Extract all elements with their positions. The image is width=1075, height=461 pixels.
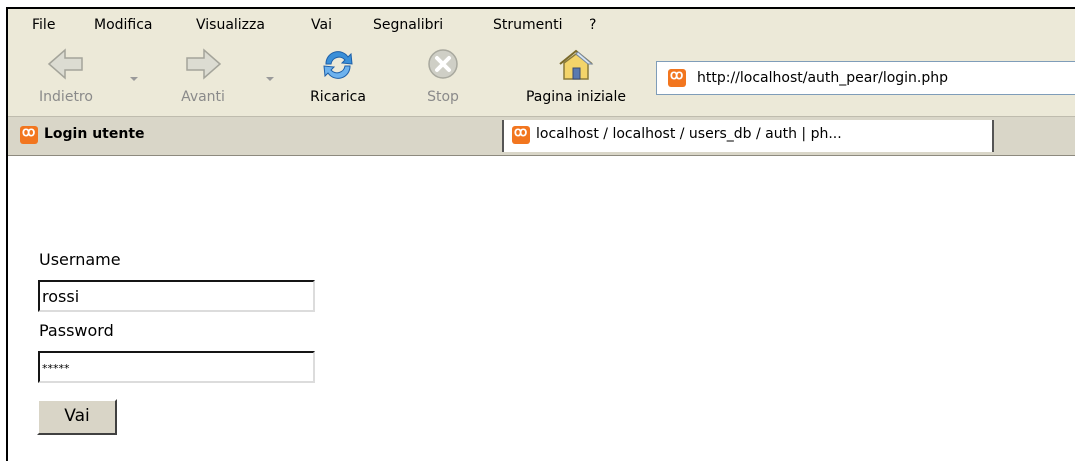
- url-text[interactable]: http://localhost/auth_pear/login.php: [697, 70, 948, 86]
- back-label: Indietro: [39, 89, 93, 105]
- menubar: File Modifica Visualizza Vai Segnalibri …: [8, 9, 1075, 42]
- forward-label: Avanti: [181, 89, 225, 105]
- tab-bar: ꝏ Login utente ꝏ localhost / localhost /…: [8, 117, 1075, 156]
- stop-button[interactable]: Stop: [408, 41, 478, 116]
- username-label: Username: [39, 250, 121, 269]
- menu-help[interactable]: ?: [589, 17, 596, 33]
- tab-favicon-icon: ꝏ: [512, 125, 530, 144]
- menu-modifica[interactable]: Modifica: [94, 17, 153, 33]
- reload-button[interactable]: Ricarica: [293, 41, 383, 116]
- menu-vai[interactable]: Vai: [311, 17, 332, 33]
- site-favicon-icon: ꝏ: [668, 68, 686, 87]
- forward-button[interactable]: Avanti: [163, 41, 243, 116]
- forward-arrow-icon: [186, 48, 222, 80]
- home-label: Pagina iniziale: [525, 89, 627, 105]
- page-content: Username Password Vai: [8, 156, 1075, 461]
- password-input[interactable]: [38, 351, 315, 383]
- navigation-toolbar: Indietro Avanti Ricarica Stop Pagina ini…: [8, 41, 1075, 117]
- menu-segnalibri[interactable]: Segnalibri: [373, 17, 443, 33]
- tab-label: Login utente: [44, 126, 145, 142]
- home-button[interactable]: Pagina iniziale: [506, 41, 646, 116]
- stop-icon: [428, 49, 458, 79]
- back-arrow-icon: [47, 48, 83, 80]
- tab-label: localhost / localhost / users_db / auth …: [536, 126, 842, 142]
- menu-file[interactable]: File: [32, 17, 55, 33]
- menu-visualizza[interactable]: Visualizza: [196, 17, 265, 33]
- username-input[interactable]: [38, 280, 315, 312]
- tab-favicon-icon: ꝏ: [20, 125, 38, 144]
- tab-login-utente[interactable]: ꝏ Login utente: [12, 120, 502, 152]
- browser-window: File Modifica Visualizza Vai Segnalibri …: [6, 7, 1075, 461]
- stop-label: Stop: [427, 89, 459, 105]
- tab-phpmyadmin[interactable]: ꝏ localhost / localhost / users_db / aut…: [502, 120, 994, 152]
- home-icon: [559, 49, 594, 80]
- back-history-dropdown-icon[interactable]: [130, 77, 138, 81]
- url-bar[interactable]: ꝏ http://localhost/auth_pear/login.php: [656, 61, 1075, 95]
- reload-label: Ricarica: [310, 89, 366, 105]
- forward-history-dropdown-icon[interactable]: [266, 77, 274, 81]
- menu-strumenti[interactable]: Strumenti: [493, 17, 563, 33]
- reload-icon: [323, 51, 353, 79]
- password-label: Password: [39, 321, 114, 340]
- submit-button[interactable]: Vai: [37, 399, 117, 435]
- back-button[interactable]: Indietro: [26, 41, 106, 116]
